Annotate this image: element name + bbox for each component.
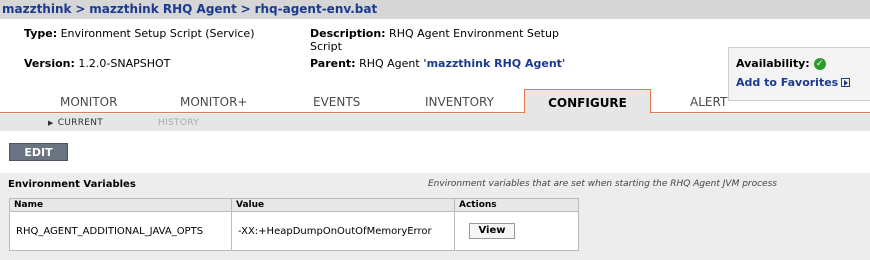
subtab-current[interactable]: Current xyxy=(48,118,103,128)
breadcrumb-separator: > xyxy=(75,2,86,16)
description-field: Description: RHQ Agent Environment Setup… xyxy=(310,27,580,53)
availability-label: Availability: xyxy=(736,57,810,70)
check-circle-icon: ✓ xyxy=(813,57,826,70)
type-label: Type: xyxy=(24,27,58,40)
tab-events[interactable]: Events xyxy=(313,95,360,109)
type-value: Environment Setup Script (Service) xyxy=(60,27,255,40)
version-label: Version: xyxy=(24,57,75,70)
table-row: RHQ_AGENT_ADDITIONAL_JAVA_OPTS -XX:+Heap… xyxy=(9,211,579,251)
environment-variables-section: Environment Variables Environment variab… xyxy=(0,173,870,260)
variable-value: -XX:+HeapDumpOnOutOfMemoryError xyxy=(231,211,455,251)
version-value: 1.2.0-SNAPSHOT xyxy=(78,57,171,70)
table-header-row: Name Value Actions xyxy=(9,198,579,212)
description-label: Description: xyxy=(310,27,386,40)
tab-inventory[interactable]: Inventory xyxy=(425,95,494,109)
column-header-actions: Actions xyxy=(454,198,579,212)
tab-monitor[interactable]: Monitor xyxy=(60,95,117,109)
tab-configure[interactable]: Configure xyxy=(524,89,651,114)
version-field: Version: 1.2.0-SNAPSHOT xyxy=(24,57,170,70)
add-to-favorites-label: Add to Favorites xyxy=(736,76,839,89)
environment-variables-table: Name Value Actions RHQ_AGENT_ADDITIONAL_… xyxy=(9,198,579,251)
view-button[interactable]: View xyxy=(469,223,515,239)
subtab-history[interactable]: History xyxy=(158,118,199,128)
breadcrumb-link-agent[interactable]: mazzthink RHQ Agent xyxy=(89,2,237,16)
tab-alert[interactable]: Alert xyxy=(690,95,727,109)
parent-label: Parent: xyxy=(310,57,356,70)
column-header-name: Name xyxy=(9,198,232,212)
sub-tabs: Current History xyxy=(0,114,870,131)
add-to-favorites-link[interactable]: Add to Favorites xyxy=(736,76,870,89)
arrow-right-box-icon xyxy=(841,78,851,87)
breadcrumb-link-platform[interactable]: mazzthink xyxy=(2,2,72,16)
breadcrumb: mazzthink > mazzthink RHQ Agent > rhq-ag… xyxy=(0,0,870,19)
variable-name: RHQ_AGENT_ADDITIONAL_JAVA_OPTS xyxy=(9,211,232,251)
breadcrumb-separator: > xyxy=(240,2,251,16)
actions-cell: View xyxy=(454,211,579,251)
column-header-value: Value xyxy=(231,198,455,212)
tab-monitor-plus[interactable]: Monitor+ xyxy=(180,95,247,109)
parent-link[interactable]: 'mazzthink RHQ Agent' xyxy=(423,57,565,70)
resource-summary: Type: Environment Setup Script (Service)… xyxy=(0,19,870,101)
breadcrumb-link-current[interactable]: rhq-agent-env.bat xyxy=(255,2,378,16)
section-title: Environment Variables xyxy=(8,179,136,190)
availability-row: Availability: ✓ xyxy=(736,57,870,70)
edit-button[interactable]: EDIT xyxy=(9,143,68,161)
parent-prefix: RHQ Agent xyxy=(359,57,420,70)
section-note: Environment variables that are set when … xyxy=(428,179,777,189)
main-tabs: Monitor Monitor+ Events Inventory Config… xyxy=(0,89,870,114)
type-field: Type: Environment Setup Script (Service) xyxy=(24,27,255,40)
parent-field: Parent: RHQ Agent 'mazzthink RHQ Agent' xyxy=(310,57,565,70)
